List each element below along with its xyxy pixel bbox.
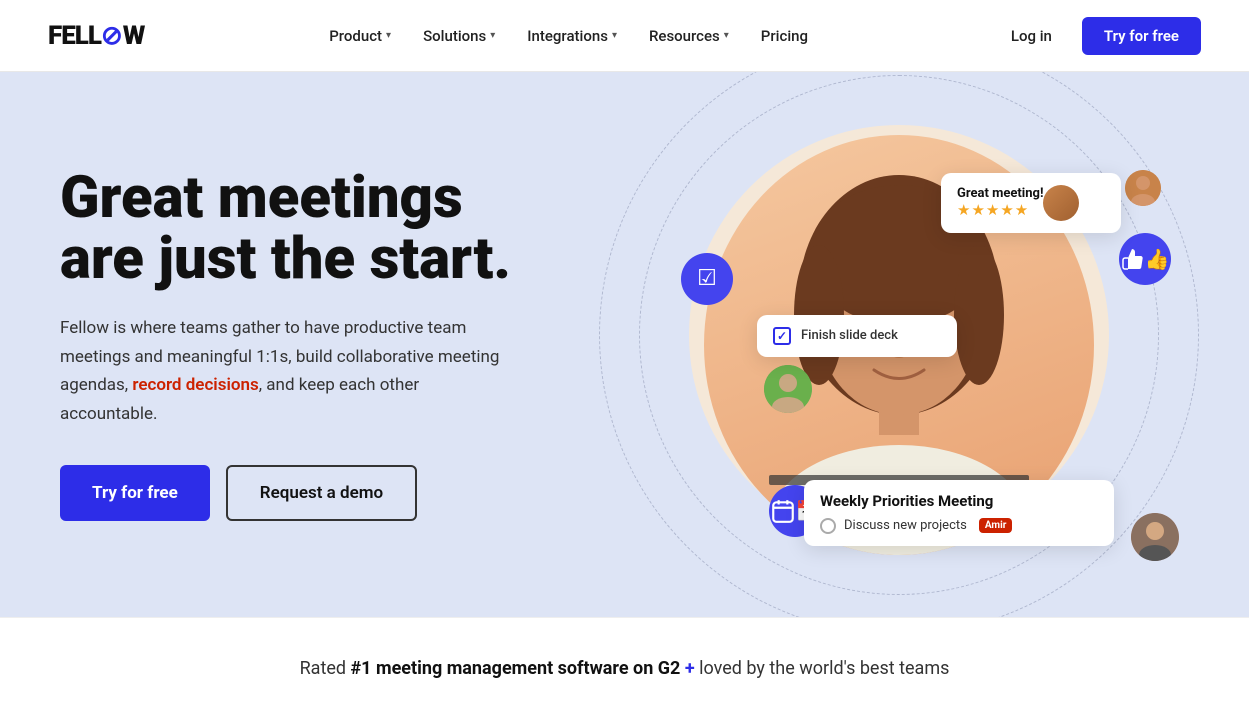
task-card: Finish slide deck xyxy=(757,315,957,357)
navigation: FELL ⊘ W Product ▾ Solutions ▾ Integrati… xyxy=(0,0,1249,72)
avatar-beard xyxy=(1131,513,1179,561)
hero-right: Great meeting! ★★★★★ Finish slide deck W… xyxy=(609,95,1189,595)
rating-person-avatar xyxy=(1125,170,1161,206)
meeting-item-row: Discuss new projects Amir xyxy=(820,518,1098,534)
avatar-green xyxy=(764,365,812,413)
nav-integrations[interactable]: Integrations ▾ xyxy=(513,19,631,53)
meeting-item-text: Discuss new projects xyxy=(844,518,967,533)
bottom-text: Rated #1 meeting management software on … xyxy=(48,658,1201,679)
rating-card-content: Great meeting! ★★★★★ xyxy=(957,185,1079,221)
calendar-icon xyxy=(770,498,796,524)
hero-section: Great meetings are just the start. Fello… xyxy=(0,72,1249,617)
hero-title: Great meetings are just the start. xyxy=(60,168,560,290)
nav-links: Product ▾ Solutions ▾ Integrations ▾ Res… xyxy=(315,19,822,53)
bottom-rated-text: #1 meeting management software on G2 xyxy=(351,658,681,679)
rating-info: Great meeting! ★★★★★ xyxy=(957,186,1043,219)
chevron-down-icon: ▾ xyxy=(386,30,391,41)
request-demo-button[interactable]: Request a demo xyxy=(226,465,417,521)
chevron-down-icon: ▾ xyxy=(724,30,729,41)
nav-pricing[interactable]: Pricing xyxy=(747,19,822,53)
meeting-title: Weekly Priorities Meeting xyxy=(820,492,1098,510)
login-button[interactable]: Log in xyxy=(993,19,1070,53)
nav-solutions[interactable]: Solutions ▾ xyxy=(409,19,509,53)
rating-title: Great meeting! xyxy=(957,186,1043,201)
nav-product[interactable]: Product ▾ xyxy=(315,19,405,53)
rating-card: Great meeting! ★★★★★ xyxy=(941,173,1121,233)
meeting-item-checkbox xyxy=(820,518,836,534)
person-avatar-beard xyxy=(1131,513,1179,561)
try-for-free-button[interactable]: Try for free xyxy=(60,465,210,521)
bottom-bar: Rated #1 meeting management software on … xyxy=(0,617,1249,719)
meeting-assignee-badge: Amir xyxy=(979,518,1013,533)
nav-right: Log in Try for free xyxy=(993,17,1201,55)
floating-checkbox-icon xyxy=(681,253,733,305)
hero-buttons: Try for free Request a demo xyxy=(60,465,560,521)
rating-stars: ★★★★★ xyxy=(957,201,1043,219)
nav-cta-button[interactable]: Try for free xyxy=(1082,17,1201,55)
rating-avatar-img xyxy=(1043,185,1079,221)
meeting-card: Weekly Priorities Meeting Discuss new pr… xyxy=(804,480,1114,546)
thumbs-up-icon xyxy=(1121,247,1145,271)
task-checkbox-icon xyxy=(773,327,791,345)
chevron-down-icon: ▾ xyxy=(612,30,617,41)
plus-icon: + xyxy=(685,658,695,679)
hero-description: Fellow is where teams gather to have pro… xyxy=(60,314,500,430)
rating-avatar xyxy=(1125,170,1161,206)
highlight-text: record decisions xyxy=(132,375,258,395)
floating-thumbsup-icon xyxy=(1119,233,1171,285)
logo[interactable]: FELL ⊘ W xyxy=(48,21,144,51)
task-label: Finish slide deck xyxy=(801,328,898,343)
hero-left: Great meetings are just the start. Fello… xyxy=(60,168,560,521)
nav-resources[interactable]: Resources ▾ xyxy=(635,19,743,53)
person-avatar-green xyxy=(764,365,812,413)
chevron-down-icon: ▾ xyxy=(490,30,495,41)
